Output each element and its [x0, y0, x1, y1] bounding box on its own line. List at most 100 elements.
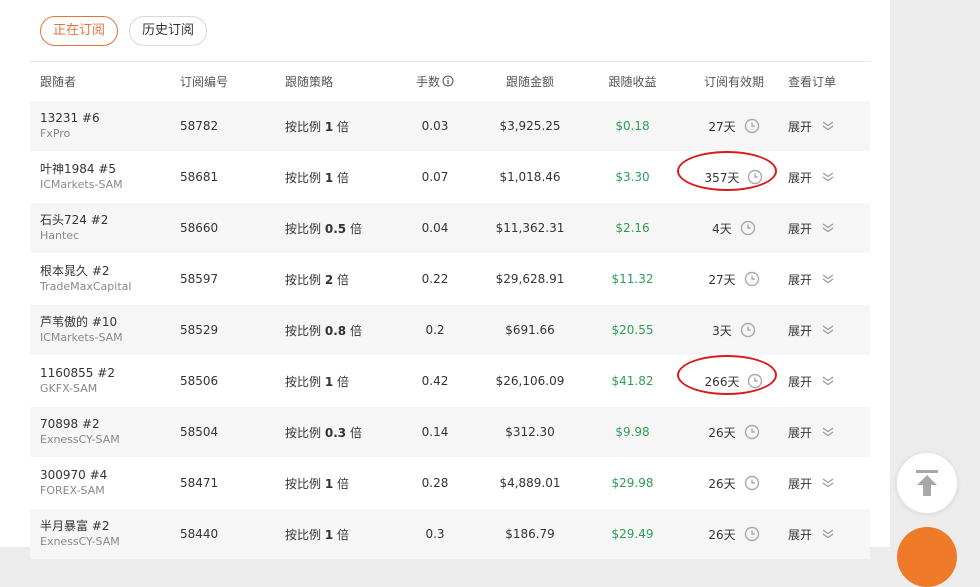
expand-label: 展开	[788, 374, 813, 389]
strategy-suffix: 倍	[337, 119, 350, 134]
strategy-prefix: 按比例	[285, 170, 322, 185]
clock-icon[interactable]	[747, 169, 763, 185]
strategy-cell: 按比例 0.5 倍	[285, 202, 395, 254]
strategy-multiplier: 1	[324, 527, 334, 542]
profit-value: $20.55	[585, 304, 680, 356]
broker-name: TradeMaxCapital	[40, 280, 132, 293]
strategy-prefix: 按比例	[285, 374, 322, 389]
strategy-cell: 按比例 1 倍	[285, 151, 395, 203]
clock-icon[interactable]	[744, 271, 760, 287]
floating-action-button[interactable]	[897, 527, 957, 587]
follower-cell: 13231 #6 FxPro	[30, 100, 180, 152]
clock-icon[interactable]	[747, 373, 763, 389]
validity-cell: 27天	[680, 253, 788, 305]
follower-name: 石头724 #2	[40, 213, 109, 227]
expand-label: 展开	[788, 527, 813, 542]
strategy-suffix: 倍	[349, 221, 362, 236]
tab-current-subscriptions[interactable]: 正在订阅	[40, 16, 119, 46]
strategy-cell: 按比例 1 倍	[285, 355, 395, 407]
chevron-double-down-icon	[822, 529, 834, 539]
follower-cell: 半月暴富 #2 ExnessCY-SAM	[30, 508, 180, 559]
clock-icon[interactable]	[744, 475, 760, 491]
strategy-cell: 按比例 0.3 倍	[285, 406, 395, 458]
follower-cell: 1160855 #2 GKFX-SAM	[30, 355, 180, 407]
info-icon[interactable]	[442, 75, 454, 87]
chevron-double-down-icon	[822, 376, 834, 386]
strategy-suffix: 倍	[337, 272, 350, 287]
profit-value: $29.98	[585, 457, 680, 509]
col-header-follower: 跟随者	[40, 74, 77, 89]
strategy-multiplier: 1	[324, 374, 334, 389]
subscription-id: 58440	[180, 508, 285, 559]
subscription-id: 58681	[180, 151, 285, 203]
amount-value: $3,925.25	[475, 100, 585, 152]
expand-label: 展开	[788, 425, 813, 440]
amount-value: $26,106.09	[475, 355, 585, 407]
orders-cell: 展开	[788, 355, 870, 407]
chevron-double-down-icon	[822, 172, 834, 182]
broker-name: ICMarkets-SAM	[40, 178, 123, 191]
validity-cell: 266天	[676, 354, 788, 407]
orders-cell: 展开	[788, 253, 870, 305]
expand-label: 展开	[788, 170, 813, 185]
validity-days: 3天	[712, 323, 732, 338]
chevron-double-down-icon	[822, 427, 834, 437]
clock-icon[interactable]	[744, 424, 760, 440]
expand-button[interactable]: 展开	[788, 475, 834, 492]
follower-name: 半月暴富 #2	[40, 519, 110, 533]
chevron-double-down-icon	[822, 478, 834, 488]
subscription-id: 58782	[180, 100, 285, 152]
strategy-suffix: 倍	[337, 527, 350, 542]
validity-days: 26天	[708, 425, 736, 440]
profit-value: $0.18	[585, 100, 680, 152]
validity-cell: 4天	[680, 202, 788, 254]
expand-button[interactable]: 展开	[788, 373, 834, 390]
lots-value: 0.07	[395, 151, 475, 203]
expand-button[interactable]: 展开	[788, 169, 834, 186]
orders-cell: 展开	[788, 406, 870, 458]
follower-name: 13231 #6	[40, 111, 100, 125]
strategy-cell: 按比例 2 倍	[285, 253, 395, 305]
validity-days: 27天	[708, 272, 736, 287]
expand-button[interactable]: 展开	[788, 322, 834, 339]
follower-name: 根本晁久 #2	[40, 264, 110, 278]
table-row: 300970 #4 FOREX-SAM 58471 按比例 1 倍 0.28 $…	[30, 457, 870, 509]
amount-value: $11,362.31	[475, 202, 585, 254]
follower-name: 芦苇傲的 #10	[40, 315, 118, 329]
clock-icon[interactable]	[744, 526, 760, 542]
subscriptions-table: 跟随者 订阅编号 跟随策略 手数 跟随金额 跟随收益 订阅有效期 查看订单 13…	[30, 62, 870, 559]
col-header-profit: 跟随收益	[608, 74, 657, 89]
clock-icon[interactable]	[740, 220, 756, 236]
follower-name: 叶神1984 #5	[40, 162, 117, 176]
strategy-suffix: 倍	[337, 374, 350, 389]
clock-icon[interactable]	[740, 322, 756, 338]
amount-value: $4,889.01	[475, 457, 585, 509]
clock-icon[interactable]	[744, 118, 760, 134]
validity-cell: 3天	[680, 304, 788, 356]
profit-value: $11.32	[585, 253, 680, 305]
strategy-suffix: 倍	[349, 425, 362, 440]
tab-history-subscriptions[interactable]: 历史订阅	[129, 16, 208, 46]
back-to-top-button[interactable]	[896, 452, 958, 514]
subscription-id: 58506	[180, 355, 285, 407]
strategy-multiplier: 1	[324, 170, 334, 185]
expand-button[interactable]: 展开	[788, 220, 834, 237]
strategy-prefix: 按比例	[285, 425, 322, 440]
expand-button[interactable]: 展开	[788, 271, 834, 288]
table-row: 13231 #6 FxPro 58782 按比例 1 倍 0.03 $3,925…	[30, 100, 870, 152]
lots-value: 0.04	[395, 202, 475, 254]
expand-button[interactable]: 展开	[788, 118, 834, 135]
amount-value: $691.66	[475, 304, 585, 356]
expand-button[interactable]: 展开	[788, 526, 834, 543]
strategy-prefix: 按比例	[285, 221, 322, 236]
strategy-prefix: 按比例	[285, 119, 322, 134]
validity-cell: 27天	[680, 100, 788, 152]
validity-days: 266天	[704, 374, 740, 389]
orders-cell: 展开	[788, 100, 870, 152]
expand-button[interactable]: 展开	[788, 424, 834, 441]
table-row: 芦苇傲的 #10 ICMarkets-SAM 58529 按比例 0.8 倍 0…	[30, 304, 870, 356]
strategy-multiplier: 0.5	[324, 221, 347, 236]
strategy-multiplier: 1	[324, 119, 334, 134]
table-row: 根本晁久 #2 TradeMaxCapital 58597 按比例 2 倍 0.…	[30, 253, 870, 305]
subscription-panel: 正在订阅 历史订阅 跟随者 订阅编号 跟随策略 手数 跟随金额 跟随收益 订阅有…	[0, 0, 890, 559]
